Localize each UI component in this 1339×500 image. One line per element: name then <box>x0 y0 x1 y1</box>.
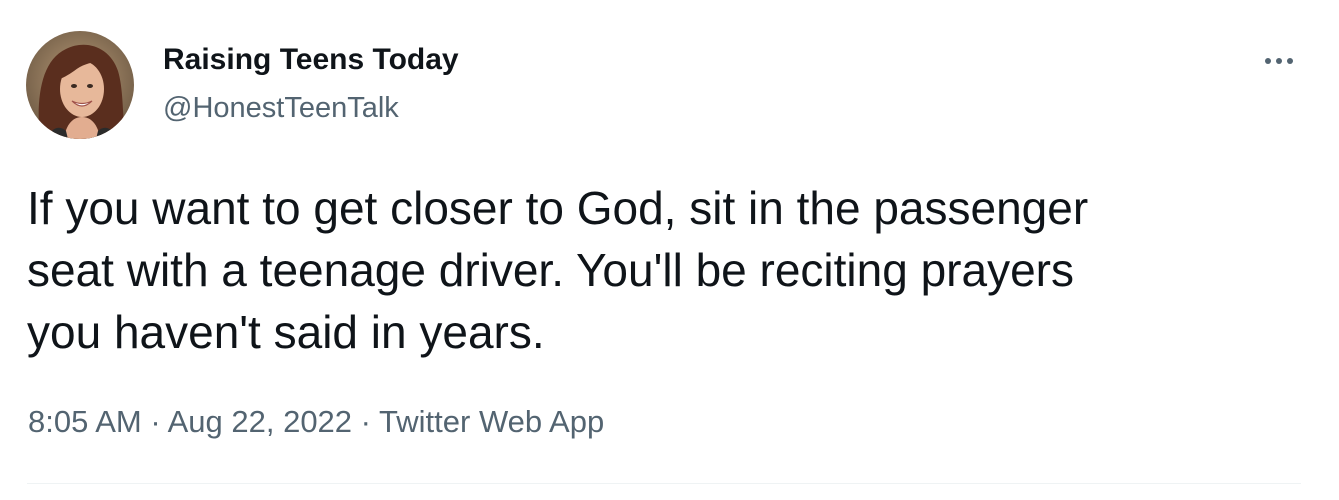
display-name[interactable]: Raising Teens Today <box>163 41 459 79</box>
author-block: Raising Teens Today @HonestTeenTalk <box>163 41 459 126</box>
divider <box>27 483 1301 484</box>
tweet-meta: 8:05 AM · Aug 22, 2022 · Twitter Web App <box>28 403 604 441</box>
more-options-button[interactable] <box>1260 48 1300 76</box>
user-handle[interactable]: @HonestTeenTalk <box>163 90 459 126</box>
meta-separator: · <box>141 404 168 439</box>
more-horizontal-icon <box>1265 58 1293 64</box>
tweet-time-link[interactable]: 8:05 AM · Aug 22, 2022 <box>28 404 352 439</box>
avatar-photo <box>26 31 134 139</box>
tweet-text: If you want to get closer to God, sit in… <box>27 182 1089 358</box>
avatar[interactable] <box>26 31 134 139</box>
tweet-time: 8:05 AM <box>28 404 142 439</box>
tweet-date: Aug 22, 2022 <box>167 404 353 439</box>
tweet-card: Raising Teens Today @HonestTeenTalk If y… <box>0 0 1339 500</box>
meta-separator: · <box>352 404 380 439</box>
tweet-source-link[interactable]: Twitter Web App <box>379 404 604 439</box>
